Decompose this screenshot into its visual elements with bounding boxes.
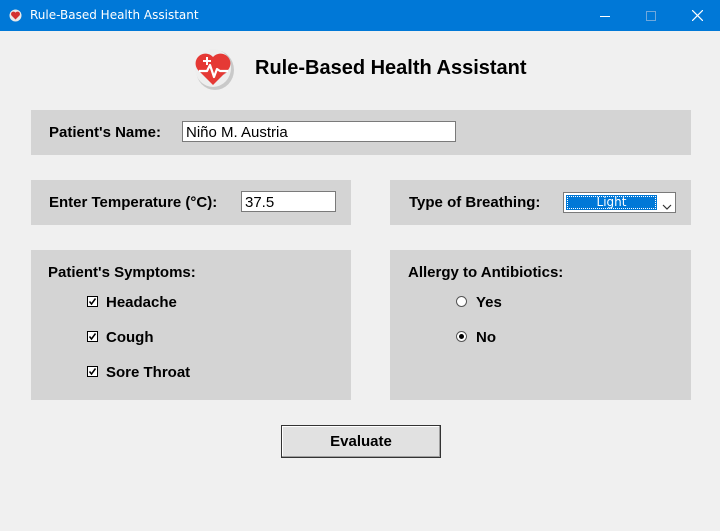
chevron-down-icon <box>662 198 672 216</box>
maximize-icon <box>646 10 656 21</box>
patient-name-label: Patient's Name: <box>49 124 161 141</box>
cough-checkbox[interactable] <box>87 331 98 342</box>
sore-throat-checkbox[interactable] <box>87 366 98 377</box>
close-button[interactable] <box>674 0 720 31</box>
symptoms-label: Patient's Symptoms: <box>48 264 196 281</box>
headache-label: Headache <box>106 294 177 311</box>
breathing-selected-value: Light <box>566 195 657 210</box>
title-bar: Rule-Based Health Assistant <box>0 0 720 31</box>
temperature-input[interactable]: 37.5 <box>241 191 336 212</box>
allergy-yes-radio[interactable] <box>456 296 467 307</box>
page-title: Rule-Based Health Assistant <box>255 57 527 79</box>
cough-label: Cough <box>106 329 154 346</box>
temperature-label: Enter Temperature (°C): <box>49 194 218 211</box>
allergy-no-radio[interactable] <box>456 331 467 342</box>
headache-checkbox[interactable] <box>87 296 98 307</box>
radio-selected-dot <box>459 334 464 339</box>
minimize-button[interactable] <box>582 0 628 31</box>
app-heart-icon <box>9 9 22 22</box>
breathing-type-select[interactable]: Light <box>563 192 676 213</box>
breathing-label: Type of Breathing: <box>409 194 541 211</box>
window-title: Rule-Based Health Assistant <box>30 8 199 22</box>
evaluate-button[interactable]: Evaluate <box>281 425 441 458</box>
minimize-icon <box>600 11 610 21</box>
maximize-button[interactable] <box>628 0 674 31</box>
patient-name-input[interactable]: Niño M. Austria <box>182 121 456 142</box>
heart-pulse-icon <box>193 44 235 92</box>
allergy-label: Allergy to Antibiotics: <box>408 264 564 281</box>
allergy-no-label: No <box>476 329 496 346</box>
close-icon <box>691 10 703 21</box>
sore-throat-label: Sore Throat <box>106 364 191 381</box>
allergy-yes-label: Yes <box>476 294 502 311</box>
